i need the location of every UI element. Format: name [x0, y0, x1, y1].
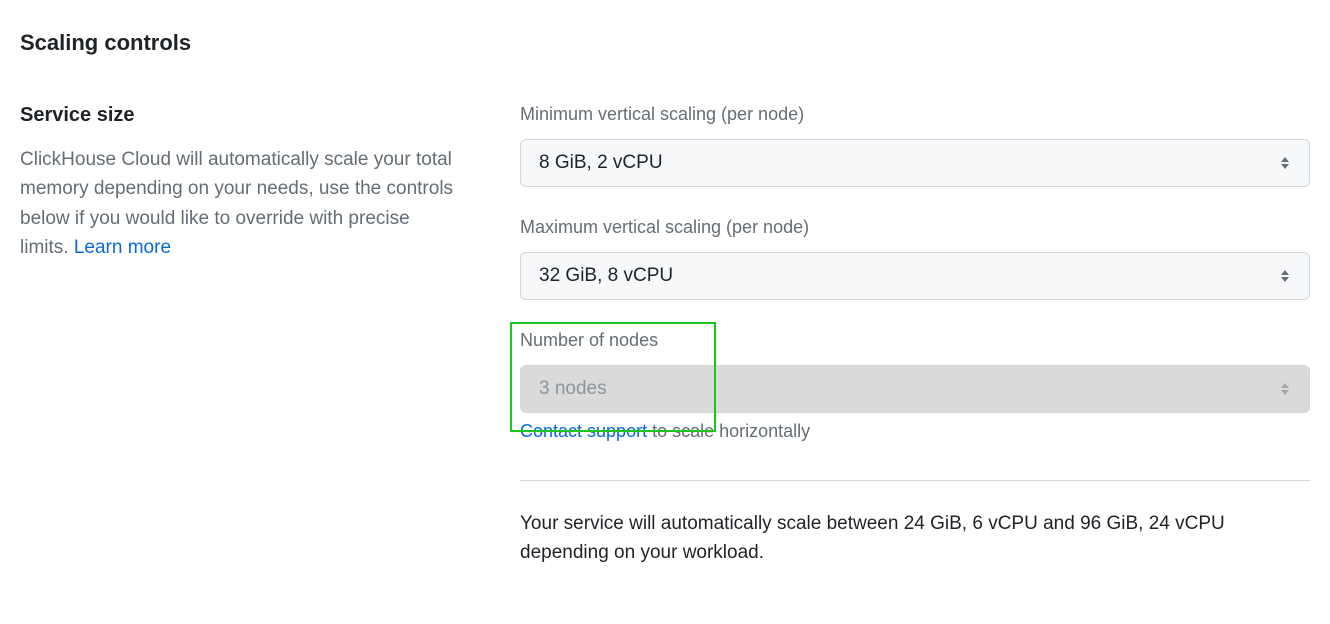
section-title: Scaling controls: [20, 30, 1310, 56]
nodes-value: 3 nodes: [539, 378, 607, 400]
updown-icon: [1279, 267, 1291, 285]
service-size-title: Service size: [20, 104, 460, 127]
max-scaling-value: 32 GiB, 8 vCPU: [539, 265, 673, 287]
nodes-select: 3 nodes: [520, 365, 1310, 413]
service-size-description: ClickHouse Cloud will automatically scal…: [20, 145, 460, 263]
updown-icon: [1279, 380, 1291, 398]
min-scaling-value: 8 GiB, 2 vCPU: [539, 152, 663, 174]
contact-hint: Contact support to scale horizontally: [520, 421, 1310, 442]
divider: [520, 480, 1310, 481]
scaling-summary: Your service will automatically scale be…: [520, 509, 1310, 568]
min-scaling-label: Minimum vertical scaling (per node): [520, 104, 1310, 125]
learn-more-link[interactable]: Learn more: [74, 237, 171, 258]
contact-support-link[interactable]: Contact support: [520, 421, 647, 441]
updown-icon: [1279, 154, 1291, 172]
nodes-label: Number of nodes: [520, 330, 1310, 351]
min-scaling-select[interactable]: 8 GiB, 2 vCPU: [520, 139, 1310, 187]
max-scaling-select[interactable]: 32 GiB, 8 vCPU: [520, 252, 1310, 300]
max-scaling-label: Maximum vertical scaling (per node): [520, 217, 1310, 238]
